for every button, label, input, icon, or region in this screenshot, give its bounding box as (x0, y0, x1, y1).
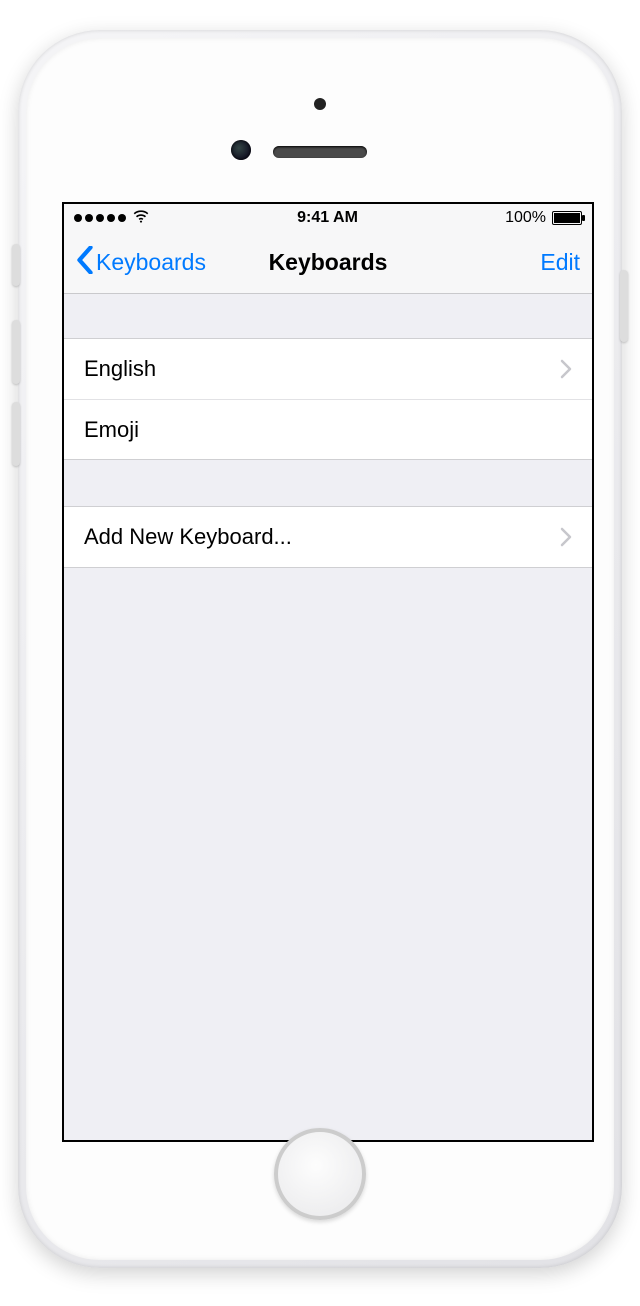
earpiece-speaker (273, 146, 367, 158)
keyboard-row-label: English (84, 356, 156, 382)
wifi-icon (132, 207, 150, 230)
back-button[interactable]: Keyboards (76, 246, 206, 280)
back-label: Keyboards (96, 249, 206, 276)
keyboard-row-emoji[interactable]: Emoji (64, 399, 592, 459)
home-button (274, 1128, 366, 1220)
battery-percent: 100% (505, 209, 546, 227)
add-new-keyboard-row[interactable]: Add New Keyboard... (64, 507, 592, 567)
page-title: Keyboards (269, 249, 388, 276)
add-keyboard-group: Add New Keyboard... (64, 506, 592, 568)
phone-bezel: 9:41 AM 100% Keyboards (26, 38, 614, 1260)
nav-bar: Keyboards Keyboards Edit (64, 232, 592, 294)
battery-icon (552, 211, 582, 225)
group-spacer (64, 460, 592, 506)
keyboards-group: English Emoji (64, 338, 592, 460)
status-time: 9:41 AM (297, 209, 358, 227)
status-right: 100% (505, 209, 582, 227)
screen: 9:41 AM 100% Keyboards (62, 202, 594, 1142)
keyboard-row-label: Emoji (84, 417, 139, 443)
power-button (620, 270, 628, 342)
chevron-right-icon (560, 359, 572, 379)
keyboard-row-english[interactable]: English (64, 339, 592, 399)
status-bar: 9:41 AM 100% (64, 204, 592, 232)
sensor-dot (314, 98, 326, 110)
group-spacer (64, 294, 592, 338)
volume-down-button (12, 402, 20, 466)
phone-frame: 9:41 AM 100% Keyboards (18, 30, 622, 1268)
volume-up-button (12, 320, 20, 384)
edit-button[interactable]: Edit (540, 249, 580, 276)
add-keyboard-label: Add New Keyboard... (84, 524, 292, 550)
status-left (74, 207, 150, 230)
signal-strength-icon (74, 214, 126, 222)
chevron-left-icon (76, 246, 94, 280)
chevron-right-icon (560, 527, 572, 547)
silence-switch (12, 244, 20, 286)
front-camera (231, 140, 251, 160)
